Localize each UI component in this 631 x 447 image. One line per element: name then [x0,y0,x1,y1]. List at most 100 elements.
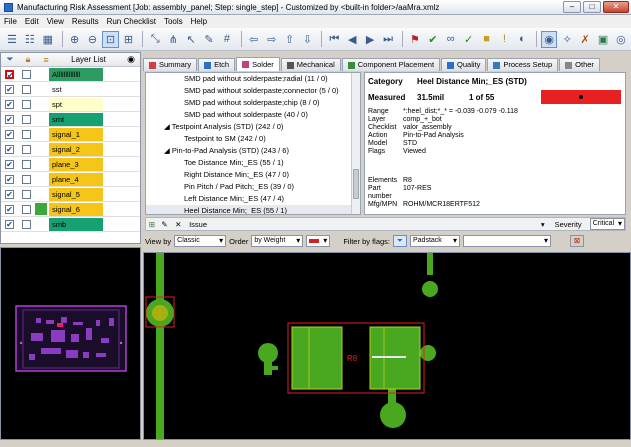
lens-icon[interactable]: ◐ [514,31,530,48]
eye-icon[interactable]: ◉ [541,30,558,48]
layer-lock-checkbox[interactable] [22,84,31,94]
layer-lock-checkbox[interactable] [22,69,31,79]
lock-icon[interactable]: 🔒︎ [19,54,37,65]
zoom-area-icon[interactable]: ⊡ [102,30,119,48]
snap-icon[interactable]: ⋔ [165,31,181,48]
last-icon[interactable]: ⏭ [380,31,396,48]
layer-lock-checkbox[interactable] [22,204,31,214]
measure-icon[interactable]: ⤡ [147,31,163,48]
layer-row[interactable]: ✔ signal_6 [1,202,140,217]
filter-icon[interactable]: ⏷ [1,54,19,65]
menu-results[interactable]: Results [68,17,103,26]
settings-icon[interactable]: ✗ [577,31,593,48]
checklist-item[interactable]: Toe Distance Min;_ES (55 / 1) [146,157,360,169]
checklist-item[interactable]: Right Distance Min;_ES (47 / 0) [146,169,360,181]
checklist-item[interactable]: Heel Distance Min;_ES (55 / 1) [146,205,360,214]
arrow-left-icon[interactable]: ⇦ [246,31,262,48]
tab-process-setup[interactable]: Process Setup [487,58,559,71]
layer-row[interactable]: ✔ spt [1,97,140,112]
waive-icon[interactable]: ✔ [425,31,441,48]
arrow-up-icon[interactable]: ⇧ [282,31,298,48]
layer-lock-checkbox[interactable] [22,174,31,184]
layer-row[interactable]: ✔ signal_5 [1,187,140,202]
previous-icon[interactable]: ◀ [344,31,360,48]
layer-lock-checkbox[interactable] [22,99,31,109]
checklist-item[interactable]: ◢ Testpoint Analysis (STD) (242 / 0) [146,121,360,133]
layer-lock-checkbox[interactable] [22,144,31,154]
zoom-in-icon[interactable]: ⊕ [67,31,83,48]
layer-row[interactable]: ✔ plane_4 [1,172,140,187]
first-icon[interactable]: ⏮ [326,31,342,48]
order-select[interactable]: by Weight [251,235,304,247]
menu-file[interactable]: File [0,17,21,26]
highlight-mark-icon[interactable]: ! [496,31,512,48]
menu-tools[interactable]: Tools [160,17,187,26]
layer-row[interactable]: ✔ signal_1 [1,127,140,142]
add-issue-icon[interactable]: ⊞ [146,220,158,229]
layer-row[interactable]: ✔ Allllllllllllll [1,67,140,82]
link-icon[interactable]: ∞ [443,31,459,48]
tab-summary[interactable]: Summary [143,58,198,71]
flag-icon[interactable]: ⚑ [407,31,423,48]
run-icon[interactable]: ◎ [613,31,629,48]
grid-view-icon[interactable]: ▦ [40,31,56,48]
layer-row[interactable]: ✔ sst [1,82,140,97]
issue-dropdown[interactable]: ▾ [381,220,555,229]
layer-row[interactable]: ✔ signal_2 [1,142,140,157]
view-by-select[interactable]: Classic [174,235,227,247]
board-preview[interactable] [0,247,141,440]
menu-help[interactable]: Help [187,17,211,26]
checklist-icon[interactable]: ☷ [22,31,38,48]
arrow-right-icon[interactable]: ⇨ [264,31,280,48]
close-button[interactable]: ✕ [603,1,629,13]
layer-visible-checkbox[interactable]: ✔ [5,99,14,109]
checklist-item[interactable]: Left Distance Min;_ES (47 / 4) [146,193,360,205]
color-select[interactable] [306,235,331,247]
grid-icon[interactable]: # [219,31,235,48]
layer-visible-checkbox[interactable]: ✔ [5,84,14,94]
pointer-icon[interactable]: ↖ [183,31,199,48]
flag-filter-icon[interactable]: ⏷ [393,235,407,247]
layer-lock-checkbox[interactable] [22,159,31,169]
checklist-item[interactable]: SMD pad without solderpaste (40 / 0) [146,109,360,121]
tab-mechanical[interactable]: Mechanical [280,58,341,71]
checklist-scrollbar[interactable] [351,73,360,214]
layer-visible-checkbox[interactable]: ✔ [5,219,14,229]
tab-component-placement[interactable]: Component Placement [341,58,441,71]
list-view-icon[interactable]: ☰ [4,31,20,48]
layer-visible-checkbox[interactable]: ✔ [5,159,14,169]
layer-row[interactable]: ✔ smb [1,217,140,232]
layer-visible-checkbox[interactable]: ✔ [5,189,14,199]
tools-icon[interactable]: ✧ [559,31,575,48]
layers-icon[interactable]: ≡ [37,55,55,65]
clear-filter-icon[interactable]: ⊠ [570,235,584,247]
layer-lock-checkbox[interactable] [22,129,31,139]
minimize-button[interactable]: – [563,1,581,13]
checklist-item[interactable]: Pin Pitch / Pad Pitch;_ES (39 / 0) [146,181,360,193]
checklist-item[interactable]: SMD pad without solderpaste;chip (8 / 0) [146,97,360,109]
menu-run-checklist[interactable]: Run Checklist [103,17,160,26]
delete-issue-icon[interactable]: ✕ [171,220,185,229]
edit-issue-icon[interactable]: ✎ [158,220,172,229]
note-icon[interactable]: ■ [479,31,495,48]
tab-etch[interactable]: Etch [198,58,236,71]
tab-quality[interactable]: Quality [441,58,487,71]
layer-lock-checkbox[interactable] [22,189,31,199]
layer-visible-checkbox[interactable]: ✔ [5,174,14,184]
layer-visible-checkbox[interactable]: ✔ [5,114,14,124]
layer-visible-checkbox[interactable]: ✔ [5,144,14,154]
export-icon[interactable]: ▣ [595,31,611,48]
tab-other[interactable]: Other [559,58,600,71]
tab-solder[interactable]: Solder [236,57,280,71]
filter-value-select[interactable] [463,235,551,247]
checklist-item[interactable]: SMD pad without solderpaste;connector (5… [146,85,360,97]
layer-lock-checkbox[interactable] [22,114,31,124]
checklist-item[interactable]: SMD pad without solderpaste;radial (11 /… [146,73,360,85]
severity-select[interactable]: Critical [589,218,625,230]
layer-lock-checkbox[interactable] [22,219,31,229]
padstack-select[interactable]: Padstack [410,235,460,247]
mark-icon[interactable]: ✓ [461,31,477,48]
arrow-down-icon[interactable]: ⇩ [300,31,316,48]
board-view[interactable]: R8 [143,252,631,440]
highlight-icon[interactable]: ✎ [201,31,217,48]
